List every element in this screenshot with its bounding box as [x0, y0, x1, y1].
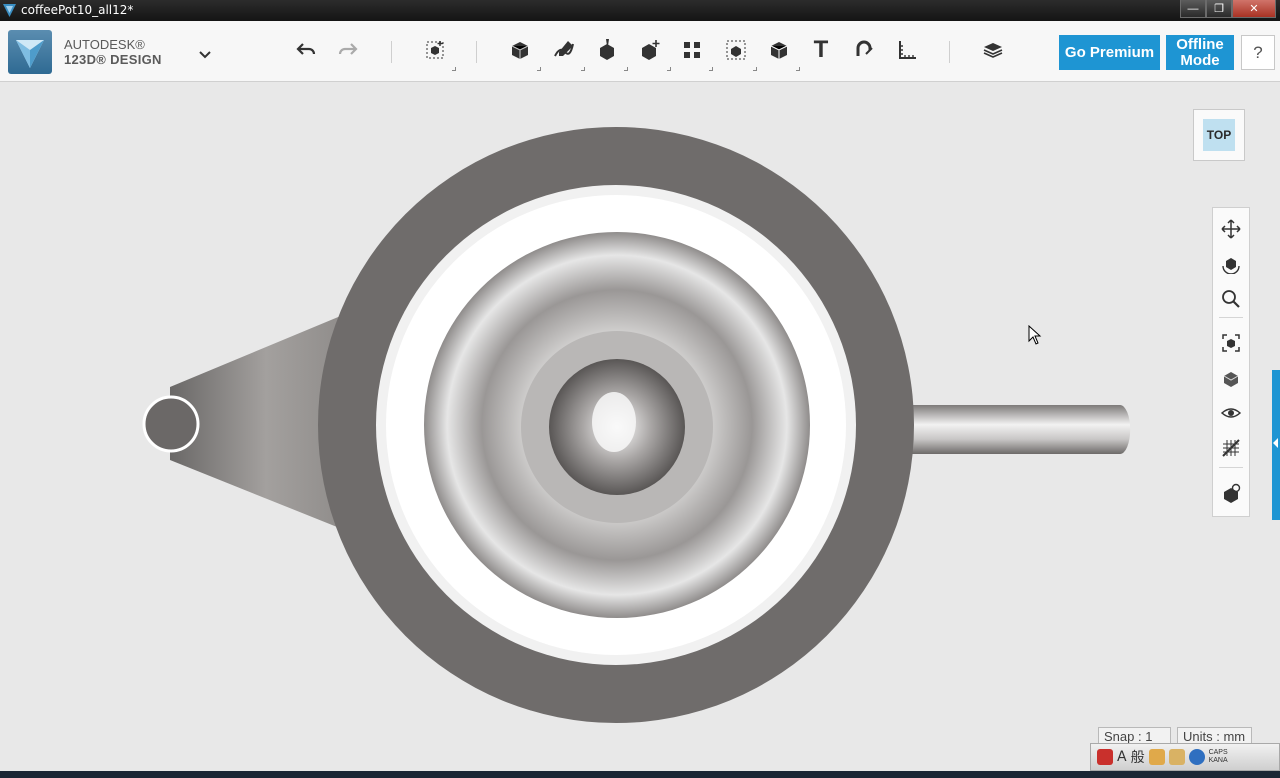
transform-icon [426, 41, 444, 59]
snap-icon [856, 40, 873, 56]
chevron-down-icon[interactable] [197, 47, 213, 61]
combine-icon [770, 42, 788, 59]
ime-tool-icon[interactable] [1148, 749, 1165, 765]
mouse-cursor-icon [1028, 325, 1042, 345]
material-button[interactable] [978, 34, 1008, 66]
kana-indicator: KANA [1208, 757, 1228, 764]
offline-mode-button[interactable]: Offline Mode [1166, 35, 1234, 70]
grouping-icon [726, 40, 746, 60]
view-cube-top-face[interactable]: TOP [1203, 119, 1235, 151]
snap-button[interactable] [849, 34, 879, 66]
collapse-arrow-icon [1273, 438, 1278, 448]
combine-button[interactable] [764, 34, 800, 71]
ime-input-indicator[interactable]: A [1117, 749, 1127, 765]
main-toolbar: AUTODESK® 123D® DESIGN T Go Premium Offl… [0, 21, 1280, 82]
maximize-button[interactable]: ❐ [1206, 0, 1232, 18]
fit-icon[interactable] [1220, 332, 1242, 354]
title-bar: coffeePot10_all12* — ❐ ✕ [0, 0, 1280, 21]
snap-view-icon[interactable] [1220, 482, 1242, 504]
pattern-icon [684, 42, 700, 58]
spout-opening [142, 395, 200, 453]
modify-button[interactable] [635, 34, 671, 71]
toolbar-separator [476, 41, 477, 63]
navigation-bar [1212, 207, 1250, 517]
brand-line-2: 123D® DESIGN [64, 52, 162, 67]
window-title: coffeePot10_all12* [21, 3, 134, 17]
material-icon [983, 43, 1003, 58]
ime-dictionary-icon[interactable] [1168, 749, 1185, 765]
ime-mode-indicator[interactable]: 般 [1131, 747, 1145, 767]
app-logo-icon [3, 4, 16, 17]
nav-separator [1219, 467, 1243, 468]
offline-label-2: Mode [1180, 51, 1220, 69]
transform-button[interactable] [420, 34, 456, 71]
text-button[interactable]: T [806, 34, 836, 66]
construct-icon [600, 39, 614, 60]
offline-label-1: Offline [1176, 35, 1224, 53]
primitives-icon [511, 42, 529, 59]
side-panel-tab[interactable] [1272, 370, 1280, 520]
view-cube[interactable]: TOP [1193, 109, 1245, 161]
visibility-icon[interactable] [1220, 402, 1242, 424]
brand-name: AUTODESK® 123D® DESIGN [64, 37, 162, 67]
app-window: coffeePot10_all12* — ❐ ✕ AUTODESK® 123D®… [0, 0, 1280, 778]
pan-icon[interactable] [1220, 218, 1242, 240]
3d-viewport[interactable]: TOP Snap: 1 Units: mm [0, 82, 1280, 771]
minimize-button[interactable]: — [1180, 0, 1206, 18]
grid-icon[interactable] [1220, 437, 1242, 459]
view-material-icon[interactable] [1220, 367, 1242, 389]
undo-icon [296, 43, 316, 55]
help-button[interactable]: ? [1241, 35, 1275, 70]
app-tray-icon[interactable] [1097, 749, 1113, 765]
window-controls: — ❐ ✕ [1180, 0, 1276, 18]
system-tray: A 般 CAPS KANA [1090, 743, 1280, 771]
measure-button[interactable] [892, 34, 922, 66]
construct-button[interactable] [592, 34, 628, 71]
go-premium-button[interactable]: Go Premium [1059, 35, 1160, 70]
nav-separator [1219, 317, 1243, 318]
toolbar-separator [391, 41, 392, 63]
redo-button[interactable] [333, 34, 363, 66]
primitives-button[interactable] [505, 34, 541, 71]
logo-icon [16, 40, 44, 68]
modify-icon [642, 40, 660, 60]
caps-kana-indicator: CAPS KANA [1209, 749, 1228, 765]
toolbar-separator [949, 41, 950, 63]
zoom-icon[interactable] [1220, 288, 1242, 310]
sketch-icon [554, 41, 574, 57]
sketch-button[interactable] [549, 34, 585, 71]
pattern-button[interactable] [677, 34, 713, 71]
app-logo[interactable] [8, 30, 52, 74]
orbit-icon[interactable] [1220, 253, 1242, 275]
brand-line-1: AUTODESK® [64, 37, 145, 52]
help-tray-icon[interactable] [1188, 749, 1205, 765]
caps-indicator: CAPS [1208, 749, 1228, 756]
coffee-pot-model[interactable] [0, 82, 1280, 771]
taskbar [0, 771, 1280, 778]
redo-icon [338, 43, 358, 55]
undo-button[interactable] [291, 34, 321, 66]
close-button[interactable]: ✕ [1232, 0, 1276, 18]
measure-icon [899, 41, 916, 59]
grouping-button[interactable] [721, 34, 757, 71]
knob-highlight [592, 392, 636, 452]
